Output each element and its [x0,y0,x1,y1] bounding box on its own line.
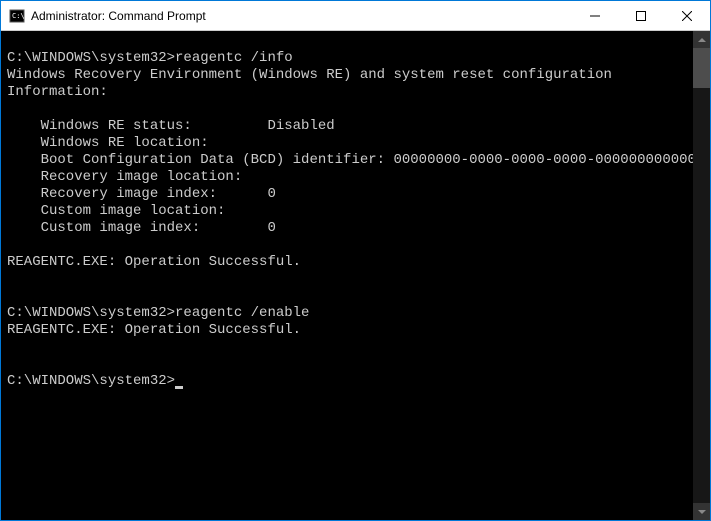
command-text: reagentc /info [175,50,293,66]
prompt: C:\WINDOWS\system32> [7,50,175,66]
prompt: C:\WINDOWS\system32> [7,305,175,321]
minimize-button[interactable] [572,1,618,30]
console-output[interactable]: C:\WINDOWS\system32>reagentc /info Windo… [1,31,693,520]
window-controls [572,1,710,30]
output-line: REAGENTC.EXE: Operation Successful. [7,322,301,338]
field-value: 0 [267,220,275,236]
output-line: REAGENTC.EXE: Operation Successful. [7,254,301,270]
cursor [175,386,183,389]
scroll-thumb[interactable] [693,48,710,88]
field-value: 0 [267,186,275,202]
field-label: Recovery image index: [7,186,267,202]
field-value: Disabled [267,118,334,134]
vertical-scrollbar[interactable] [693,31,710,520]
field-value: 00000000-0000-0000-0000-000000000000 [393,152,693,168]
console-body: C:\WINDOWS\system32>reagentc /info Windo… [1,31,710,520]
scroll-down-button[interactable] [693,503,710,520]
scroll-up-button[interactable] [693,31,710,48]
prompt: C:\WINDOWS\system32> [7,373,175,389]
close-button[interactable] [664,1,710,30]
field-label: Windows RE location: [7,135,209,151]
maximize-button[interactable] [618,1,664,30]
command-prompt-window: C:\ Administrator: Command Prompt C:\WIN… [0,0,711,521]
field-label: Custom image index: [7,220,267,236]
svg-text:C:\: C:\ [12,12,25,20]
output-line: Information: [7,84,108,100]
field-label: Recovery image location: [7,169,242,185]
window-title: Administrator: Command Prompt [31,9,572,23]
command-text: reagentc /enable [175,305,309,321]
output-line: Windows Recovery Environment (Windows RE… [7,67,612,83]
titlebar[interactable]: C:\ Administrator: Command Prompt [1,1,710,31]
field-label: Custom image location: [7,203,225,219]
field-label: Windows RE status: [7,118,267,134]
field-label: Boot Configuration Data (BCD) identifier… [7,152,393,168]
cmd-icon: C:\ [9,8,25,24]
